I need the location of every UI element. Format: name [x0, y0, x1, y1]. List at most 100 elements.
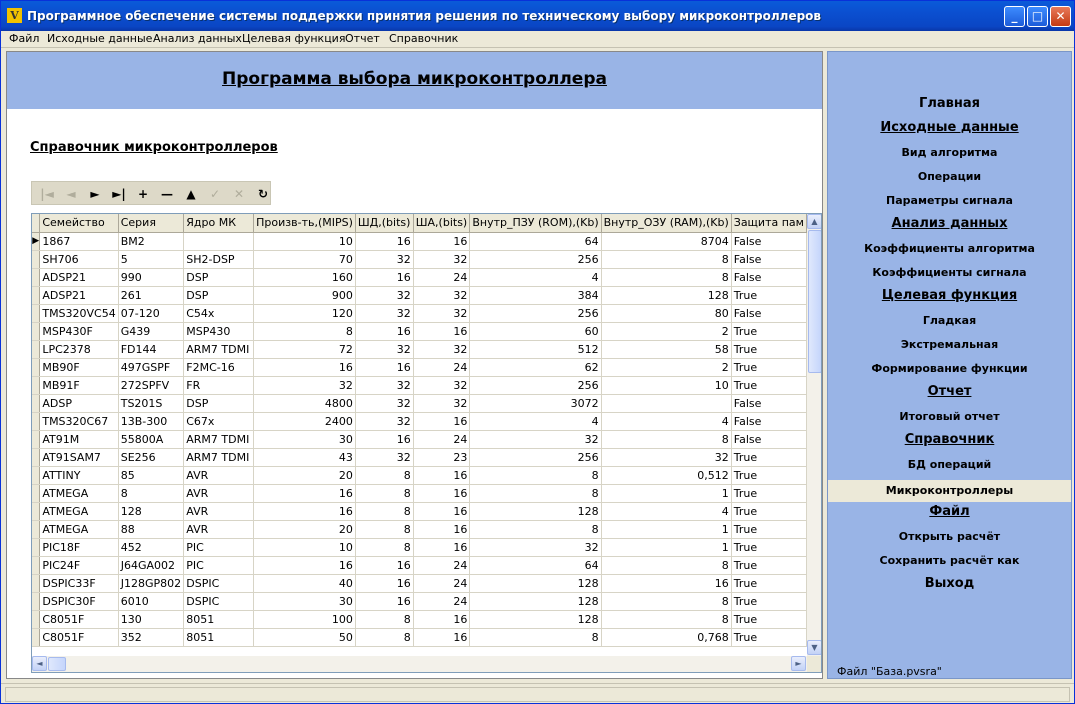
table-cell[interactable]: PIC24F — [39, 556, 119, 575]
table-cell[interactable]: 120 — [253, 304, 356, 323]
table-cell[interactable]: 272SPFV — [118, 376, 185, 395]
table-cell[interactable]: True — [731, 466, 807, 485]
table-cell[interactable]: DSPIC — [183, 574, 255, 593]
close-button[interactable]: ✕ — [1050, 6, 1071, 27]
table-cell[interactable]: DSP — [183, 268, 255, 287]
table-cell[interactable]: False — [731, 430, 807, 449]
table-cell[interactable]: 128 — [601, 286, 732, 305]
menu-reference[interactable]: Справочник — [389, 32, 458, 45]
sidebar-item[interactable]: БД операций — [828, 458, 1071, 471]
table-cell[interactable]: 8 — [355, 484, 414, 503]
table-cell[interactable]: 8 — [469, 484, 602, 503]
menu-file[interactable]: Файл — [9, 32, 39, 45]
table-cell[interactable]: AVR — [183, 520, 255, 539]
table-cell[interactable]: TS201S — [118, 394, 185, 413]
table-cell[interactable]: 40 — [253, 574, 356, 593]
table-cell[interactable]: C54x — [183, 304, 255, 323]
table-cell[interactable]: 4 — [601, 412, 732, 431]
table-cell[interactable]: 128 — [469, 574, 602, 593]
menu-report[interactable]: Отчет — [345, 32, 380, 45]
sidebar-item[interactable]: Вид алгоритма — [828, 146, 1071, 159]
table-cell[interactable]: 8 — [355, 466, 414, 485]
table-cell[interactable]: 8 — [469, 520, 602, 539]
minimize-button[interactable]: _ — [1004, 6, 1025, 27]
sidebar-item[interactable]: Файл — [828, 504, 1071, 519]
sidebar-item[interactable]: Главная — [828, 96, 1071, 111]
table-cell[interactable]: 6010 — [118, 592, 185, 611]
table-cell[interactable]: 8 — [118, 484, 185, 503]
table-row[interactable]: ADSP21 990 DSP 160 16 24 4 8 False — [32, 268, 807, 287]
column-header[interactable]: Внутр_ПЗУ (ROM),(Kb) — [469, 214, 602, 233]
table-cell[interactable]: 16 — [253, 556, 356, 575]
table-cell[interactable]: 16 — [355, 232, 414, 251]
sidebar-item[interactable]: Параметры сигнала — [828, 194, 1071, 207]
table-cell[interactable]: 3072 — [469, 394, 602, 413]
table-cell[interactable]: 0,512 — [601, 466, 732, 485]
sidebar-item[interactable]: Гладкая — [828, 314, 1071, 327]
table-cell[interactable]: 16 — [253, 502, 356, 521]
sidebar-item[interactable]: Отчет — [828, 384, 1071, 399]
table-cell[interactable]: 24 — [413, 430, 471, 449]
table-cell[interactable]: 4800 — [253, 394, 356, 413]
table-cell[interactable]: ATTINY — [39, 466, 119, 485]
table-cell[interactable]: 58 — [601, 340, 732, 359]
sidebar-item[interactable]: Справочник — [828, 432, 1071, 447]
table-cell[interactable]: 64 — [469, 556, 602, 575]
table-cell[interactable]: 1 — [601, 538, 732, 557]
table-cell[interactable]: 32 — [355, 448, 414, 467]
table-cell[interactable]: True — [731, 520, 807, 539]
table-cell[interactable]: 512 — [469, 340, 602, 359]
table-row[interactable]: PIC24F J64GA002 PIC 16 16 24 64 8 True — [32, 556, 807, 575]
table-cell[interactable]: ADSP21 — [39, 268, 119, 287]
table-row[interactable]: C8051F 352 8051 50 8 16 8 0,768 True — [32, 628, 807, 647]
vertical-scrollbar[interactable]: ▲ ▼ — [807, 214, 821, 656]
table-cell[interactable]: AVR — [183, 484, 255, 503]
table-row[interactable]: ADSP21 261 DSP 900 32 32 384 128 True — [32, 286, 807, 305]
menu-source-data[interactable]: Исходные данные — [47, 32, 152, 45]
table-cell[interactable]: 8 — [355, 628, 414, 647]
table-cell[interactable]: True — [731, 286, 807, 305]
table-cell[interactable]: 8 — [469, 628, 602, 647]
table-cell[interactable]: 352 — [118, 628, 185, 647]
table-cell[interactable]: 4 — [469, 412, 602, 431]
table-cell[interactable]: ARM7 TDMI — [183, 430, 255, 449]
sidebar-item[interactable]: Анализ данных — [828, 216, 1071, 231]
table-cell[interactable]: True — [731, 376, 807, 395]
table-cell[interactable]: DSP — [183, 394, 255, 413]
sidebar-item[interactable]: Открыть расчёт — [828, 530, 1071, 543]
table-row[interactable]: ATMEGA 8 AVR 16 8 16 8 1 True — [32, 484, 807, 503]
table-cell[interactable]: DSPIC — [183, 592, 255, 611]
table-cell[interactable]: 8 — [601, 430, 732, 449]
table-cell[interactable]: 452 — [118, 538, 185, 557]
table-cell[interactable]: PIC — [183, 556, 255, 575]
table-cell[interactable]: True — [731, 340, 807, 359]
table-cell[interactable]: 72 — [253, 340, 356, 359]
table-cell[interactable]: 5 — [118, 250, 185, 269]
table-cell[interactable]: False — [731, 250, 807, 269]
table-cell[interactable]: 55800A — [118, 430, 185, 449]
table-row[interactable]: AT91SAM7 SE256 ARM7 TDMI 43 32 23 256 32 True — [32, 448, 807, 467]
insert-icon[interactable]: + — [132, 184, 154, 204]
sidebar-item[interactable]: Коэффициенты алгоритма — [828, 242, 1071, 255]
table-cell[interactable]: 1 — [601, 484, 732, 503]
refresh-icon[interactable]: ↻ — [252, 184, 274, 204]
table-row[interactable]: ADSP TS201S DSP 4800 32 32 3072 False — [32, 394, 807, 413]
column-header[interactable]: Внутр_ОЗУ (RAM),(Kb) — [601, 214, 732, 233]
table-cell[interactable]: 900 — [253, 286, 356, 305]
sidebar-item[interactable]: Микроконтроллеры — [828, 480, 1071, 502]
delete-icon[interactable]: — — [156, 184, 178, 204]
table-cell[interactable]: True — [731, 448, 807, 467]
table-cell[interactable]: MB90F — [39, 358, 119, 377]
table-cell[interactable]: False — [731, 412, 807, 431]
table-cell[interactable]: 70 — [253, 250, 356, 269]
table-cell[interactable]: MSP430 — [183, 322, 255, 341]
table-row[interactable]: AT91M 55800A ARM7 TDMI 30 16 24 32 8 False — [32, 430, 807, 449]
horizontal-scroll-thumb[interactable] — [48, 657, 66, 671]
table-cell[interactable]: 20 — [253, 520, 356, 539]
table-row[interactable]: DSPIC30F 6010 DSPIC 30 16 24 128 8 True — [32, 592, 807, 611]
table-cell[interactable]: False — [731, 268, 807, 287]
table-cell[interactable]: True — [731, 556, 807, 575]
table-cell[interactable]: 16 — [355, 268, 414, 287]
table-cell[interactable]: 8 — [601, 556, 732, 575]
table-cell[interactable]: 4 — [601, 502, 732, 521]
